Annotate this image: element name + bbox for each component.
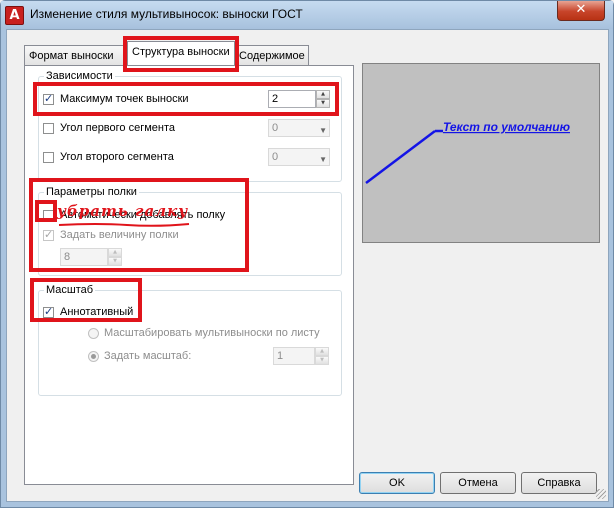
annotative-label: Аннотативный bbox=[60, 306, 134, 318]
chevron-down-icon: ▼ bbox=[319, 155, 327, 164]
cancel-button[interactable]: Отмена bbox=[440, 472, 516, 494]
tab-leader-structure[interactable]: Структура выноски bbox=[127, 41, 235, 65]
max-points-input[interactable]: 2 bbox=[268, 90, 316, 108]
annotative-checkbox[interactable]: ✓ bbox=[43, 305, 54, 318]
dialog-window: A Изменение стиля мультивыносок: выноски… bbox=[0, 0, 614, 508]
second-segment-checkbox[interactable] bbox=[43, 152, 54, 163]
leader-line bbox=[365, 130, 436, 184]
autocad-app-icon: A bbox=[5, 6, 24, 25]
preview-drawing: Текст по умолчанию bbox=[365, 120, 570, 184]
dialog-client-area: Формат выноски Структура выноски Содержи… bbox=[6, 29, 609, 502]
first-segment-value: 0 bbox=[272, 122, 279, 134]
second-segment-label: Угол второго сегмента bbox=[60, 151, 174, 163]
scale-group-title: Масштаб bbox=[44, 284, 96, 297]
preview-default-text: Текст по умолчанию bbox=[443, 120, 570, 134]
tab-panel-structure: Зависимости ✓ Максимум точек выноски 2 ▲… bbox=[24, 65, 354, 485]
title-bar[interactable]: A Изменение стиля мультивыносок: выноски… bbox=[1, 1, 613, 29]
landing-distance-spinner[interactable]: ▲ ▼ bbox=[108, 248, 122, 266]
handwritten-underline bbox=[58, 223, 190, 227]
specify-scale-radio[interactable] bbox=[88, 351, 99, 362]
help-button[interactable]: Справка bbox=[521, 472, 597, 494]
leader-preview: Текст по умолчанию bbox=[362, 63, 600, 243]
window-title: Изменение стиля мультивыносок: выноски Г… bbox=[30, 7, 303, 21]
landing-distance-label: Задать величину полки bbox=[60, 229, 179, 241]
landing-distance-checkbox[interactable]: ✓ bbox=[43, 228, 54, 241]
chevron-down-icon: ▼ bbox=[319, 126, 327, 135]
second-segment-dropdown[interactable]: 0 ▼ bbox=[268, 148, 330, 166]
max-points-checkbox[interactable]: ✓ bbox=[43, 92, 54, 105]
landing-group-title: Параметры полки bbox=[44, 186, 139, 199]
first-segment-checkbox[interactable] bbox=[43, 123, 54, 134]
auto-landing-checkbox[interactable] bbox=[43, 210, 54, 221]
first-segment-label: Угол первого сегмента bbox=[60, 122, 176, 134]
close-button[interactable]: ✕ bbox=[557, 1, 605, 21]
second-segment-value: 0 bbox=[272, 151, 279, 163]
handwritten-note: убрать галку bbox=[57, 202, 189, 220]
ok-button[interactable]: OK bbox=[359, 472, 435, 494]
scale-to-layout-label: Масштабировать мультивыноски по листу bbox=[104, 327, 320, 339]
max-points-spinner[interactable]: ▲ ▼ bbox=[316, 90, 330, 108]
max-points-label: Максимум точек выноски bbox=[60, 93, 189, 105]
tab-content[interactable]: Содержимое bbox=[234, 45, 309, 65]
specify-scale-label: Задать масштаб: bbox=[104, 350, 192, 362]
specify-scale-spinner[interactable]: ▲ ▼ bbox=[315, 347, 329, 365]
resize-grip[interactable] bbox=[596, 489, 606, 499]
specify-scale-input[interactable]: 1 bbox=[273, 347, 315, 365]
scale-to-layout-radio[interactable] bbox=[88, 328, 99, 339]
tab-leader-format[interactable]: Формат выноски bbox=[24, 45, 128, 65]
landing-distance-input[interactable]: 8 bbox=[60, 248, 108, 266]
constraints-group-title: Зависимости bbox=[44, 70, 115, 83]
first-segment-dropdown[interactable]: 0 ▼ bbox=[268, 119, 330, 137]
